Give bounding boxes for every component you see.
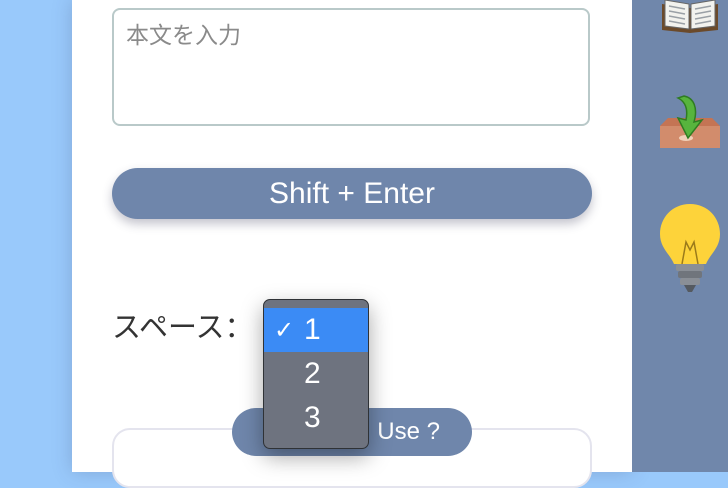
check-icon: ✓ (273, 316, 295, 344)
spacing-option-1[interactable]: ✓ 1 (264, 308, 368, 352)
shift-enter-label: Shift + Enter (269, 176, 435, 210)
lightbulb-icon[interactable] (658, 202, 722, 301)
spacing-label: スペース： (112, 310, 254, 344)
body-text-placeholder: 本文を入力 (126, 23, 241, 49)
book-icon[interactable] (660, 0, 720, 39)
howto-button-label: Use ? (377, 418, 440, 445)
spacing-option-label: 3 (304, 401, 321, 434)
download-tray-icon[interactable] (658, 88, 722, 155)
right-sidebar (632, 0, 728, 472)
spacing-option-label: 1 (304, 313, 321, 346)
body-text-input[interactable]: 本文を入力 (112, 8, 590, 126)
spacing-option-label: 2 (304, 357, 321, 390)
spacing-dropdown-menu[interactable]: ✓ 1 2 3 (263, 299, 369, 449)
shift-enter-button[interactable]: Shift + Enter (112, 168, 592, 219)
spacing-option-2[interactable]: 2 (264, 352, 368, 396)
spacing-option-3[interactable]: 3 (264, 396, 368, 440)
